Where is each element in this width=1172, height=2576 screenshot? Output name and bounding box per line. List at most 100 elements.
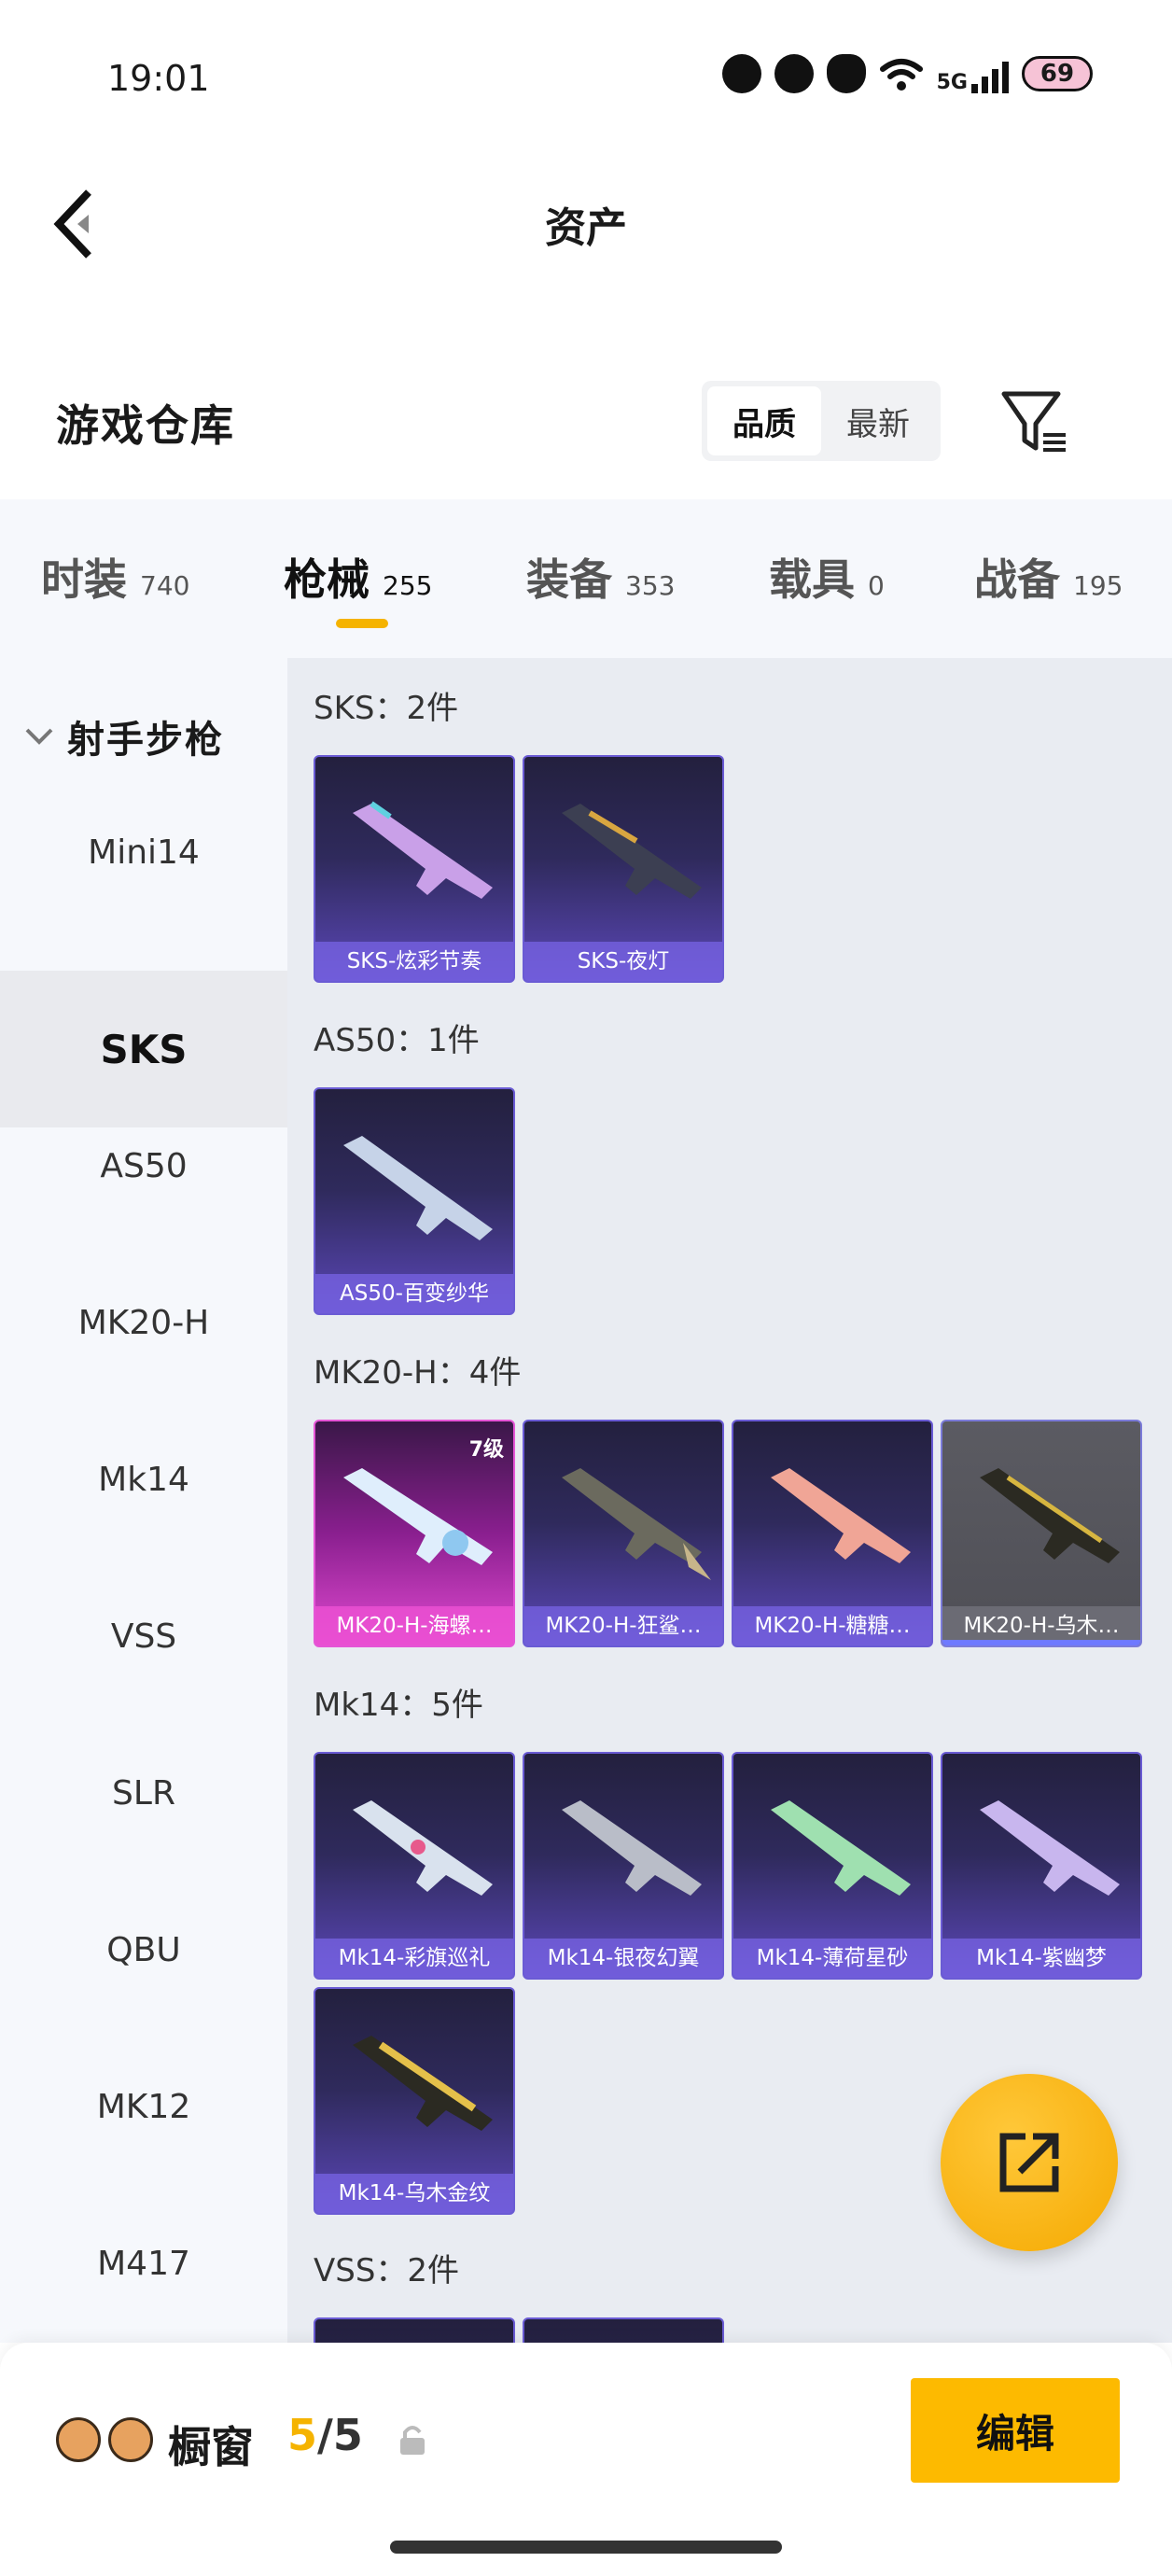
rifle-icon [343, 1468, 493, 1565]
group-title-as50: AS50：1件 [314, 1022, 480, 1059]
tab-label: 枪械 [284, 554, 370, 605]
side-item-vss[interactable]: VSS [0, 1558, 287, 1715]
share-button[interactable] [941, 2074, 1118, 2251]
side-item-qbu[interactable]: QBU [0, 1871, 287, 2028]
item-name: Mk14-彩旗巡礼 [315, 1939, 513, 1978]
item-name: Mk14-薄荷星砂 [733, 1939, 931, 1978]
tab-label: 战备 [974, 554, 1060, 605]
network-type: 5G [936, 71, 968, 94]
home-indicator[interactable] [390, 2541, 782, 2554]
showcase-icons [56, 2417, 153, 2462]
rifle-icon [353, 801, 493, 899]
item-name: SKS-夜灯 [524, 942, 722, 981]
share-icon [999, 2133, 1059, 2192]
rifle-icon [771, 1468, 911, 1563]
rifle-icon [980, 1468, 1120, 1563]
tab-fashion[interactable]: 时装 740 [41, 546, 189, 608]
warehouse-row: 游戏仓库 品质 最新 [0, 364, 1172, 485]
rifle-icon [562, 804, 702, 899]
item-name: Mk14-乌木金纹 [315, 2174, 513, 2213]
item-name: MK20-H-海螺… [315, 1606, 513, 1645]
item-card[interactable]: SKS-夜灯 [523, 755, 724, 983]
tab-count: 255 [383, 570, 433, 601]
side-item-mk12[interactable]: MK12 [0, 2028, 287, 2185]
showcase-label: 橱窗 [168, 2422, 254, 2472]
tab-supplies[interactable]: 战备 195 [974, 546, 1123, 608]
item-card[interactable] [523, 2317, 724, 2343]
side-group-label: 射手步枪 [67, 719, 224, 762]
group-title-sks: SKS：2件 [314, 690, 459, 727]
showcase-count: 5/5 [287, 2410, 363, 2460]
item-name: Mk14-银夜幻翼 [524, 1939, 722, 1978]
active-tab-indicator [336, 619, 388, 628]
item-name: MK20-H-糖糖… [733, 1606, 931, 1645]
showcase-bar: 橱窗 5/5 编辑 [0, 2343, 1172, 2576]
filter-icon [1001, 391, 1066, 452]
lock-icon [400, 2426, 425, 2455]
notification-icon [721, 54, 761, 93]
rifle-icon [353, 1800, 493, 1896]
group-title-vss: VSS：2件 [314, 2252, 460, 2289]
item-name: MK20-H-狂鲨… [524, 1606, 722, 1645]
rifle-icon [562, 1468, 711, 1580]
side-item-mk20h[interactable]: MK20-H [0, 1244, 287, 1401]
rifle-icon [353, 2036, 493, 2131]
tab-weapons[interactable]: 枪械 255 [284, 546, 432, 608]
signal-icon: 5G [937, 54, 1009, 93]
header: 资产 [0, 159, 1172, 289]
status-time: 19:01 [107, 58, 210, 99]
edit-button[interactable]: 编辑 [911, 2378, 1120, 2483]
tab-label: 装备 [526, 554, 612, 605]
item-card[interactable]: Mk14-乌木金纹 [314, 1987, 515, 2215]
page-title: 资产 [545, 204, 627, 252]
item-name: SKS-炫彩节奏 [315, 942, 513, 981]
item-card[interactable] [314, 2317, 515, 2343]
chevron-down-icon [21, 718, 58, 755]
battery-indicator: 69 [1022, 56, 1093, 91]
side-item-as50[interactable]: AS50 [0, 1087, 287, 1244]
tab-count: 353 [625, 570, 676, 601]
rifle-icon [562, 1800, 702, 1896]
tab-count: 0 [868, 570, 885, 601]
item-name: MK20-H-乌木… [942, 1606, 1140, 1645]
status-icons: 5G 69 [721, 54, 1093, 93]
sort-newest-option[interactable]: 最新 [821, 386, 935, 455]
sort-quality-option[interactable]: 品质 [707, 386, 821, 455]
item-name: AS50-百变纱华 [315, 1274, 513, 1313]
paw-icon [826, 54, 866, 93]
sort-toggle: 品质 最新 [702, 381, 941, 461]
side-item-slr[interactable]: SLR [0, 1715, 287, 1871]
item-name: Mk14-紫幽梦 [942, 1939, 1140, 1978]
item-card[interactable]: MK20-H-乌木… [941, 1420, 1142, 1647]
item-card[interactable]: Mk14-彩旗巡礼 [314, 1752, 515, 1980]
category-tabs: 时装 740 枪械 255 装备 353 载具 0 战备 195 [0, 499, 1172, 658]
tab-count: 195 [1073, 570, 1123, 601]
item-card[interactable]: Mk14-薄荷星砂 [732, 1752, 933, 1980]
tab-label: 时装 [41, 554, 127, 605]
item-card[interactable]: 7级 MK20-H-海螺… [314, 1420, 515, 1647]
side-group-header[interactable]: 射手步枪 [0, 709, 287, 763]
item-card[interactable]: SKS-炫彩节奏 [314, 755, 515, 983]
item-card[interactable]: MK20-H-糖糖… [732, 1420, 933, 1647]
bear-icon [56, 2417, 101, 2462]
item-card[interactable]: MK20-H-狂鲨… [523, 1420, 724, 1647]
tab-vehicles[interactable]: 载具 0 [769, 546, 885, 608]
group-title-mk20h: MK20-H：4件 [314, 1354, 522, 1392]
showcase-current: 5 [287, 2410, 318, 2460]
side-item-mini14[interactable]: Mini14 [0, 774, 287, 931]
side-item-mk14[interactable]: Mk14 [0, 1401, 287, 1558]
showcase-total: /5 [317, 2410, 363, 2460]
item-card[interactable]: AS50-百变纱华 [314, 1087, 515, 1315]
paw-icon [108, 2417, 153, 2462]
group-title-mk14: Mk14：5件 [314, 1687, 483, 1724]
tab-label: 载具 [769, 554, 855, 605]
tab-equipment[interactable]: 装备 353 [526, 546, 675, 608]
side-nav: 射手步枪 Mini14 SKS AS50 MK20-H Mk14 VSS SLR… [0, 658, 287, 2343]
item-card[interactable]: Mk14-紫幽梦 [941, 1752, 1142, 1980]
filter-button[interactable] [998, 383, 1073, 457]
rifle-icon [771, 1800, 911, 1896]
rifle-icon [980, 1800, 1120, 1896]
item-card[interactable]: Mk14-银夜幻翼 [523, 1752, 724, 1980]
status-bar: 19:01 5G 69 [0, 0, 1172, 159]
side-item-m417[interactable]: M417 [0, 2185, 287, 2342]
